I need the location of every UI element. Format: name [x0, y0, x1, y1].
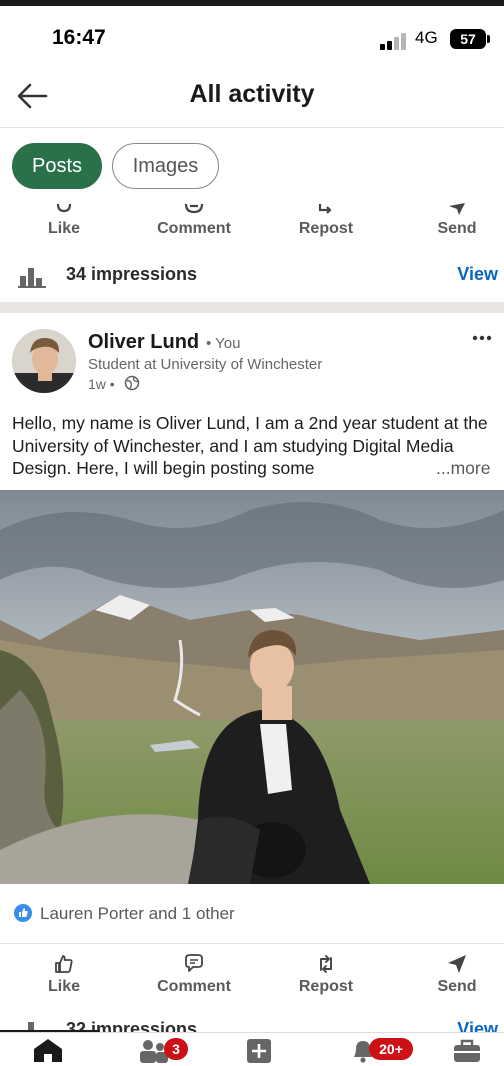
avatar[interactable] [12, 329, 76, 393]
previous-post-impressions[interactable]: 34 impressions View [0, 252, 504, 300]
ellipsis-icon [472, 335, 492, 341]
post-time: 1w • [88, 376, 115, 392]
filter-chips: Posts Images [0, 128, 504, 202]
view-analytics-link[interactable]: View [457, 264, 498, 285]
network-badge: 3 [164, 1038, 188, 1060]
add-post-icon [247, 1039, 271, 1063]
repost-icon [318, 204, 332, 214]
post-separator [0, 302, 504, 313]
post-body: Hello, my name is Oliver Lund, I am a 2n… [12, 413, 488, 478]
status-time: 16:47 [52, 26, 106, 49]
comment-icon [184, 203, 204, 214]
battery-icon: 57 [450, 29, 486, 49]
send-button[interactable]: Send [407, 946, 504, 1016]
home-icon [34, 1039, 62, 1062]
app-header: All activity [0, 66, 504, 128]
reactions-summary[interactable]: Lauren Porter and 1 other [0, 884, 504, 944]
repost-label: Repost [298, 220, 354, 237]
comment-label: Comment [157, 978, 231, 995]
comment-button[interactable]: Comment [144, 946, 244, 1016]
previous-post-actions: Like Comment Repost Send [0, 202, 504, 252]
impressions-count: 34 impressions [66, 264, 198, 284]
comment-button[interactable]: Comment [144, 202, 244, 252]
battery-tip [487, 35, 490, 43]
like-label: Like [47, 220, 80, 237]
thumbs-up-icon [55, 955, 73, 973]
author-headline: Student at University of Winchester [88, 356, 323, 373]
more-options-button[interactable] [472, 329, 492, 341]
network-type: 4G [415, 28, 438, 47]
repost-label: Repost [298, 978, 354, 995]
view-analytics-link[interactable]: View [457, 1019, 498, 1032]
post-header: Oliver Lund • You Student at University … [0, 313, 504, 405]
comment-label: Comment [157, 220, 231, 237]
repost-button[interactable]: Repost [276, 202, 376, 252]
nav-home[interactable] [32, 1037, 68, 1065]
signal-icon [380, 32, 410, 50]
send-icon [448, 955, 466, 973]
profile-photo [12, 329, 76, 393]
thumbs-up-icon [19, 908, 28, 917]
like-reaction-icon [14, 904, 32, 922]
nav-post[interactable] [244, 1037, 280, 1065]
reactions-text: Lauren Porter and 1 other [40, 904, 235, 923]
send-icon [449, 203, 465, 215]
send-label: Send [437, 978, 477, 995]
see-more-link[interactable]: ...more [432, 458, 491, 479]
post-impressions[interactable]: 32 impressions View [0, 1012, 504, 1032]
status-bar: 16:47 4G 57 [0, 6, 504, 66]
filter-posts[interactable]: Posts [12, 143, 102, 189]
author-name[interactable]: Oliver Lund [88, 331, 199, 354]
post-photo [0, 490, 504, 884]
battery-level: 57 [460, 31, 476, 47]
filter-images[interactable]: Images [112, 143, 219, 189]
send-label: Send [437, 220, 477, 237]
page-title: All activity [189, 80, 315, 108]
like-label: Like [47, 978, 80, 995]
repost-button[interactable]: Repost [276, 946, 376, 1016]
nav-jobs[interactable] [452, 1037, 488, 1065]
thumbs-up-icon [56, 203, 72, 213]
bottom-nav: 3 20+ [0, 1032, 504, 1066]
notifications-badge: 20+ [369, 1038, 413, 1060]
comment-icon [185, 954, 203, 972]
bar-chart-icon [18, 268, 46, 288]
author-you-tag: • You [206, 335, 241, 352]
globe-icon [124, 375, 140, 391]
like-button[interactable]: Like [14, 946, 114, 1016]
like-button[interactable]: Like [14, 202, 114, 252]
repost-icon [320, 955, 332, 973]
briefcase-icon [454, 1039, 480, 1062]
post-image[interactable] [0, 490, 504, 884]
post-actions: Like Comment Repost Send [0, 946, 504, 1008]
send-button[interactable]: Send [407, 202, 504, 252]
